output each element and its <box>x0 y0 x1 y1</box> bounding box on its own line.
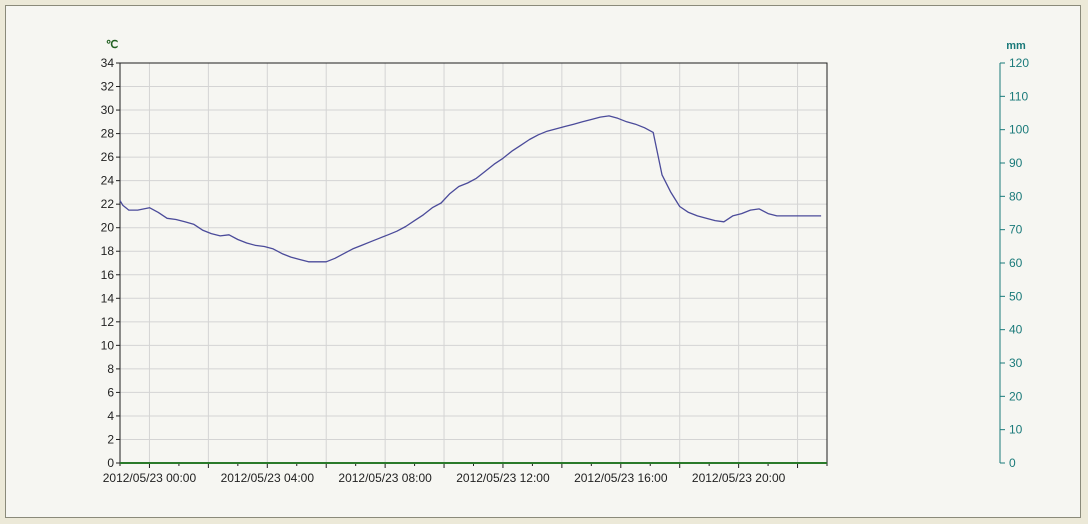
temperature-series-line <box>119 115 822 263</box>
right-tick-label: 120 <box>1009 56 1029 70</box>
left-tick-label: 6 <box>107 385 114 399</box>
left-axis-unit: ℃ <box>106 39 118 51</box>
right-tick-label: 0 <box>1009 456 1016 470</box>
left-tick-label: 28 <box>101 127 115 141</box>
left-tick-label: 32 <box>101 80 115 94</box>
x-tick-label: 2012/05/23 20:00 <box>692 471 786 485</box>
right-axis-unit: mm <box>1006 40 1026 52</box>
series-layer <box>119 115 822 263</box>
right-tick-label: 20 <box>1009 389 1023 403</box>
x-tick-label: 2012/05/23 00:00 <box>103 471 197 485</box>
left-tick-label: 8 <box>107 362 114 376</box>
chart-grid <box>120 63 827 463</box>
left-tick-label: 22 <box>101 197 115 211</box>
x-tick-label: 2012/05/23 08:00 <box>338 471 432 485</box>
left-tick-label: 26 <box>101 150 115 164</box>
right-tick-label: 110 <box>1009 89 1028 103</box>
plot-area-border <box>119 62 828 464</box>
left-tick-label: 12 <box>101 315 115 329</box>
left-tick-label: 30 <box>101 103 115 117</box>
left-tick-label: 4 <box>107 409 114 423</box>
x-axis: 2012/05/23 00:00 2012/05/23 04:00 2012/05/… <box>103 462 828 485</box>
right-tick-label: 80 <box>1009 189 1023 203</box>
right-tick-label: 10 <box>1009 423 1023 437</box>
left-tick-label: 10 <box>101 338 115 352</box>
left-tick-label: 18 <box>101 244 115 258</box>
left-tick-label: 16 <box>101 268 115 282</box>
left-tick-label: 34 <box>101 56 115 70</box>
x-tick-label: 2012/05/23 04:00 <box>221 471 315 485</box>
left-tick-label: 0 <box>107 456 114 470</box>
left-axis: 0246810121416182022242628303234 <box>101 56 120 470</box>
right-tick-label: 40 <box>1009 323 1023 337</box>
left-tick-label: 14 <box>101 291 115 305</box>
right-tick-label: 50 <box>1009 289 1023 303</box>
temperature-chart: 0246810121416182022242628303234 01020304… <box>101 39 1030 485</box>
right-tick-label: 60 <box>1009 256 1023 270</box>
right-tick-label: 100 <box>1009 123 1029 137</box>
right-axis: 0 10 20 30 40 50 60 70 80 90 100 110 120 <box>999 56 1029 470</box>
right-tick-label: 90 <box>1009 156 1023 170</box>
left-tick-label: 2 <box>107 432 114 446</box>
left-tick-label: 20 <box>101 221 115 235</box>
right-tick-label: 70 <box>1009 223 1023 237</box>
right-tick-label: 30 <box>1009 356 1023 370</box>
x-tick-label: 2012/05/23 12:00 <box>456 471 550 485</box>
left-tick-label: 24 <box>101 174 115 188</box>
x-tick-label: 2012/05/23 16:00 <box>574 471 668 485</box>
